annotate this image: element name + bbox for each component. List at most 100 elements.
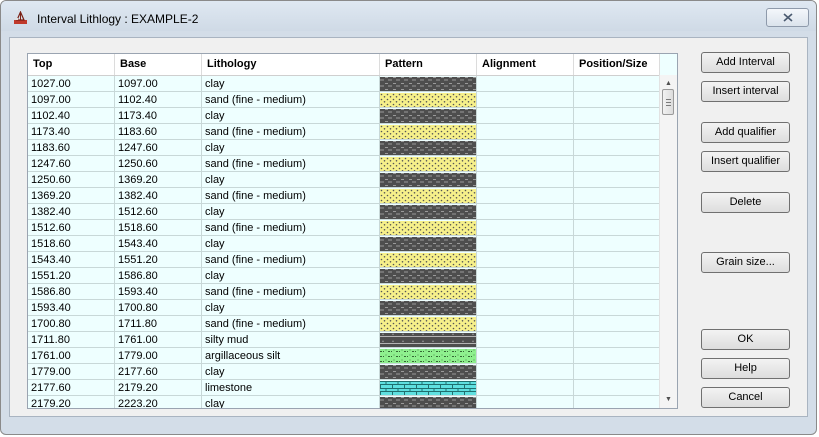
cell-lithology[interactable]: clay xyxy=(202,300,380,316)
cell-position-size[interactable] xyxy=(574,332,660,348)
cell-position-size[interactable] xyxy=(574,220,660,236)
scroll-down-arrow-icon[interactable]: ▼ xyxy=(660,391,677,408)
cell-alignment[interactable] xyxy=(477,220,574,236)
cell-lithology[interactable]: silty mud xyxy=(202,332,380,348)
add-interval-button[interactable]: Add Interval xyxy=(701,52,790,73)
cell-position-size[interactable] xyxy=(574,156,660,172)
table-row[interactable]: 1027.00 1097.00 clay xyxy=(28,76,660,92)
cell-lithology[interactable]: clay xyxy=(202,204,380,220)
cell-base[interactable]: 1779.00 xyxy=(115,348,202,364)
cell-alignment[interactable] xyxy=(477,172,574,188)
cell-top[interactable]: 1173.40 xyxy=(28,124,115,140)
cell-alignment[interactable] xyxy=(477,268,574,284)
cell-top[interactable]: 1247.60 xyxy=(28,156,115,172)
column-header-lithology[interactable]: Lithology xyxy=(202,54,380,75)
cell-alignment[interactable] xyxy=(477,252,574,268)
cell-top[interactable]: 1027.00 xyxy=(28,76,115,92)
cell-alignment[interactable] xyxy=(477,156,574,172)
cell-alignment[interactable] xyxy=(477,284,574,300)
interval-table[interactable]: Top Base Lithology Pattern Alignment Pos… xyxy=(27,53,678,409)
table-row[interactable]: 1586.80 1593.40 sand (fine - medium) xyxy=(28,284,660,300)
table-row[interactable]: 1518.60 1543.40 clay xyxy=(28,236,660,252)
cell-alignment[interactable] xyxy=(477,300,574,316)
cell-base[interactable]: 1518.60 xyxy=(115,220,202,236)
cell-lithology[interactable]: sand (fine - medium) xyxy=(202,220,380,236)
table-row[interactable]: 1779.00 2177.60 clay xyxy=(28,364,660,380)
column-header-position-size[interactable]: Position/Size xyxy=(574,54,660,75)
cell-lithology[interactable]: argillaceous silt xyxy=(202,348,380,364)
scroll-thumb[interactable] xyxy=(662,89,674,115)
cell-top[interactable]: 2177.60 xyxy=(28,380,115,396)
cell-lithology[interactable]: sand (fine - medium) xyxy=(202,124,380,140)
cell-position-size[interactable] xyxy=(574,108,660,124)
cell-lithology[interactable]: sand (fine - medium) xyxy=(202,156,380,172)
cell-lithology[interactable]: sand (fine - medium) xyxy=(202,188,380,204)
cell-position-size[interactable] xyxy=(574,316,660,332)
cell-position-size[interactable] xyxy=(574,124,660,140)
cell-base[interactable]: 1700.80 xyxy=(115,300,202,316)
table-row[interactable]: 1543.40 1551.20 sand (fine - medium) xyxy=(28,252,660,268)
cell-position-size[interactable] xyxy=(574,172,660,188)
cell-alignment[interactable] xyxy=(477,396,574,408)
ok-button[interactable]: OK xyxy=(701,329,790,350)
table-row[interactable]: 1369.20 1382.40 sand (fine - medium) xyxy=(28,188,660,204)
table-row[interactable]: 1512.60 1518.60 sand (fine - medium) xyxy=(28,220,660,236)
cell-top[interactable]: 1518.60 xyxy=(28,236,115,252)
cell-top[interactable]: 1512.60 xyxy=(28,220,115,236)
table-row[interactable]: 1551.20 1586.80 clay xyxy=(28,268,660,284)
cell-alignment[interactable] xyxy=(477,236,574,252)
cell-base[interactable]: 2177.60 xyxy=(115,364,202,380)
cell-lithology[interactable]: clay xyxy=(202,236,380,252)
table-row[interactable]: 1173.40 1183.60 sand (fine - medium) xyxy=(28,124,660,140)
cell-position-size[interactable] xyxy=(574,92,660,108)
cell-lithology[interactable]: sand (fine - medium) xyxy=(202,252,380,268)
cell-alignment[interactable] xyxy=(477,204,574,220)
cell-alignment[interactable] xyxy=(477,92,574,108)
help-button[interactable]: Help xyxy=(701,358,790,379)
insert-qualifier-button[interactable]: Insert qualifier xyxy=(701,151,790,172)
cell-base[interactable]: 1761.00 xyxy=(115,332,202,348)
cell-alignment[interactable] xyxy=(477,348,574,364)
cell-lithology[interactable]: clay xyxy=(202,108,380,124)
cell-position-size[interactable] xyxy=(574,348,660,364)
cell-top[interactable]: 2179.20 xyxy=(28,396,115,408)
cell-top[interactable]: 1097.00 xyxy=(28,92,115,108)
table-row[interactable]: 1711.80 1761.00 silty mud xyxy=(28,332,660,348)
cell-base[interactable]: 1250.60 xyxy=(115,156,202,172)
cell-base[interactable]: 2179.20 xyxy=(115,380,202,396)
table-row[interactable]: 1593.40 1700.80 clay xyxy=(28,300,660,316)
vertical-scrollbar[interactable]: ▲ ▼ xyxy=(659,75,677,408)
cell-position-size[interactable] xyxy=(574,396,660,408)
cell-top[interactable]: 1761.00 xyxy=(28,348,115,364)
table-row[interactable]: 1097.00 1102.40 sand (fine - medium) xyxy=(28,92,660,108)
cell-base[interactable]: 1097.00 xyxy=(115,76,202,92)
column-header-top[interactable]: Top xyxy=(28,54,115,75)
table-row[interactable]: 1761.00 1779.00 argillaceous silt xyxy=(28,348,660,364)
close-button[interactable] xyxy=(766,8,809,27)
cell-top[interactable]: 1711.80 xyxy=(28,332,115,348)
column-header-alignment[interactable]: Alignment xyxy=(477,54,574,75)
cell-base[interactable]: 1711.80 xyxy=(115,316,202,332)
cell-alignment[interactable] xyxy=(477,332,574,348)
cancel-button[interactable]: Cancel xyxy=(701,387,790,408)
cell-base[interactable]: 1593.40 xyxy=(115,284,202,300)
cell-lithology[interactable]: clay xyxy=(202,396,380,408)
table-row[interactable]: 1183.60 1247.60 clay xyxy=(28,140,660,156)
cell-base[interactable]: 1173.40 xyxy=(115,108,202,124)
cell-lithology[interactable]: clay xyxy=(202,76,380,92)
cell-top[interactable]: 1551.20 xyxy=(28,268,115,284)
cell-top[interactable]: 1102.40 xyxy=(28,108,115,124)
insert-interval-button[interactable]: Insert interval xyxy=(701,81,790,102)
cell-lithology[interactable]: sand (fine - medium) xyxy=(202,316,380,332)
cell-base[interactable]: 1586.80 xyxy=(115,268,202,284)
cell-position-size[interactable] xyxy=(574,268,660,284)
table-row[interactable]: 2177.60 2179.20 limestone xyxy=(28,380,660,396)
cell-top[interactable]: 1586.80 xyxy=(28,284,115,300)
cell-alignment[interactable] xyxy=(477,140,574,156)
cell-position-size[interactable] xyxy=(574,380,660,396)
delete-button[interactable]: Delete xyxy=(701,192,790,213)
cell-top[interactable]: 1183.60 xyxy=(28,140,115,156)
cell-top[interactable]: 1543.40 xyxy=(28,252,115,268)
cell-base[interactable]: 1247.60 xyxy=(115,140,202,156)
cell-position-size[interactable] xyxy=(574,300,660,316)
